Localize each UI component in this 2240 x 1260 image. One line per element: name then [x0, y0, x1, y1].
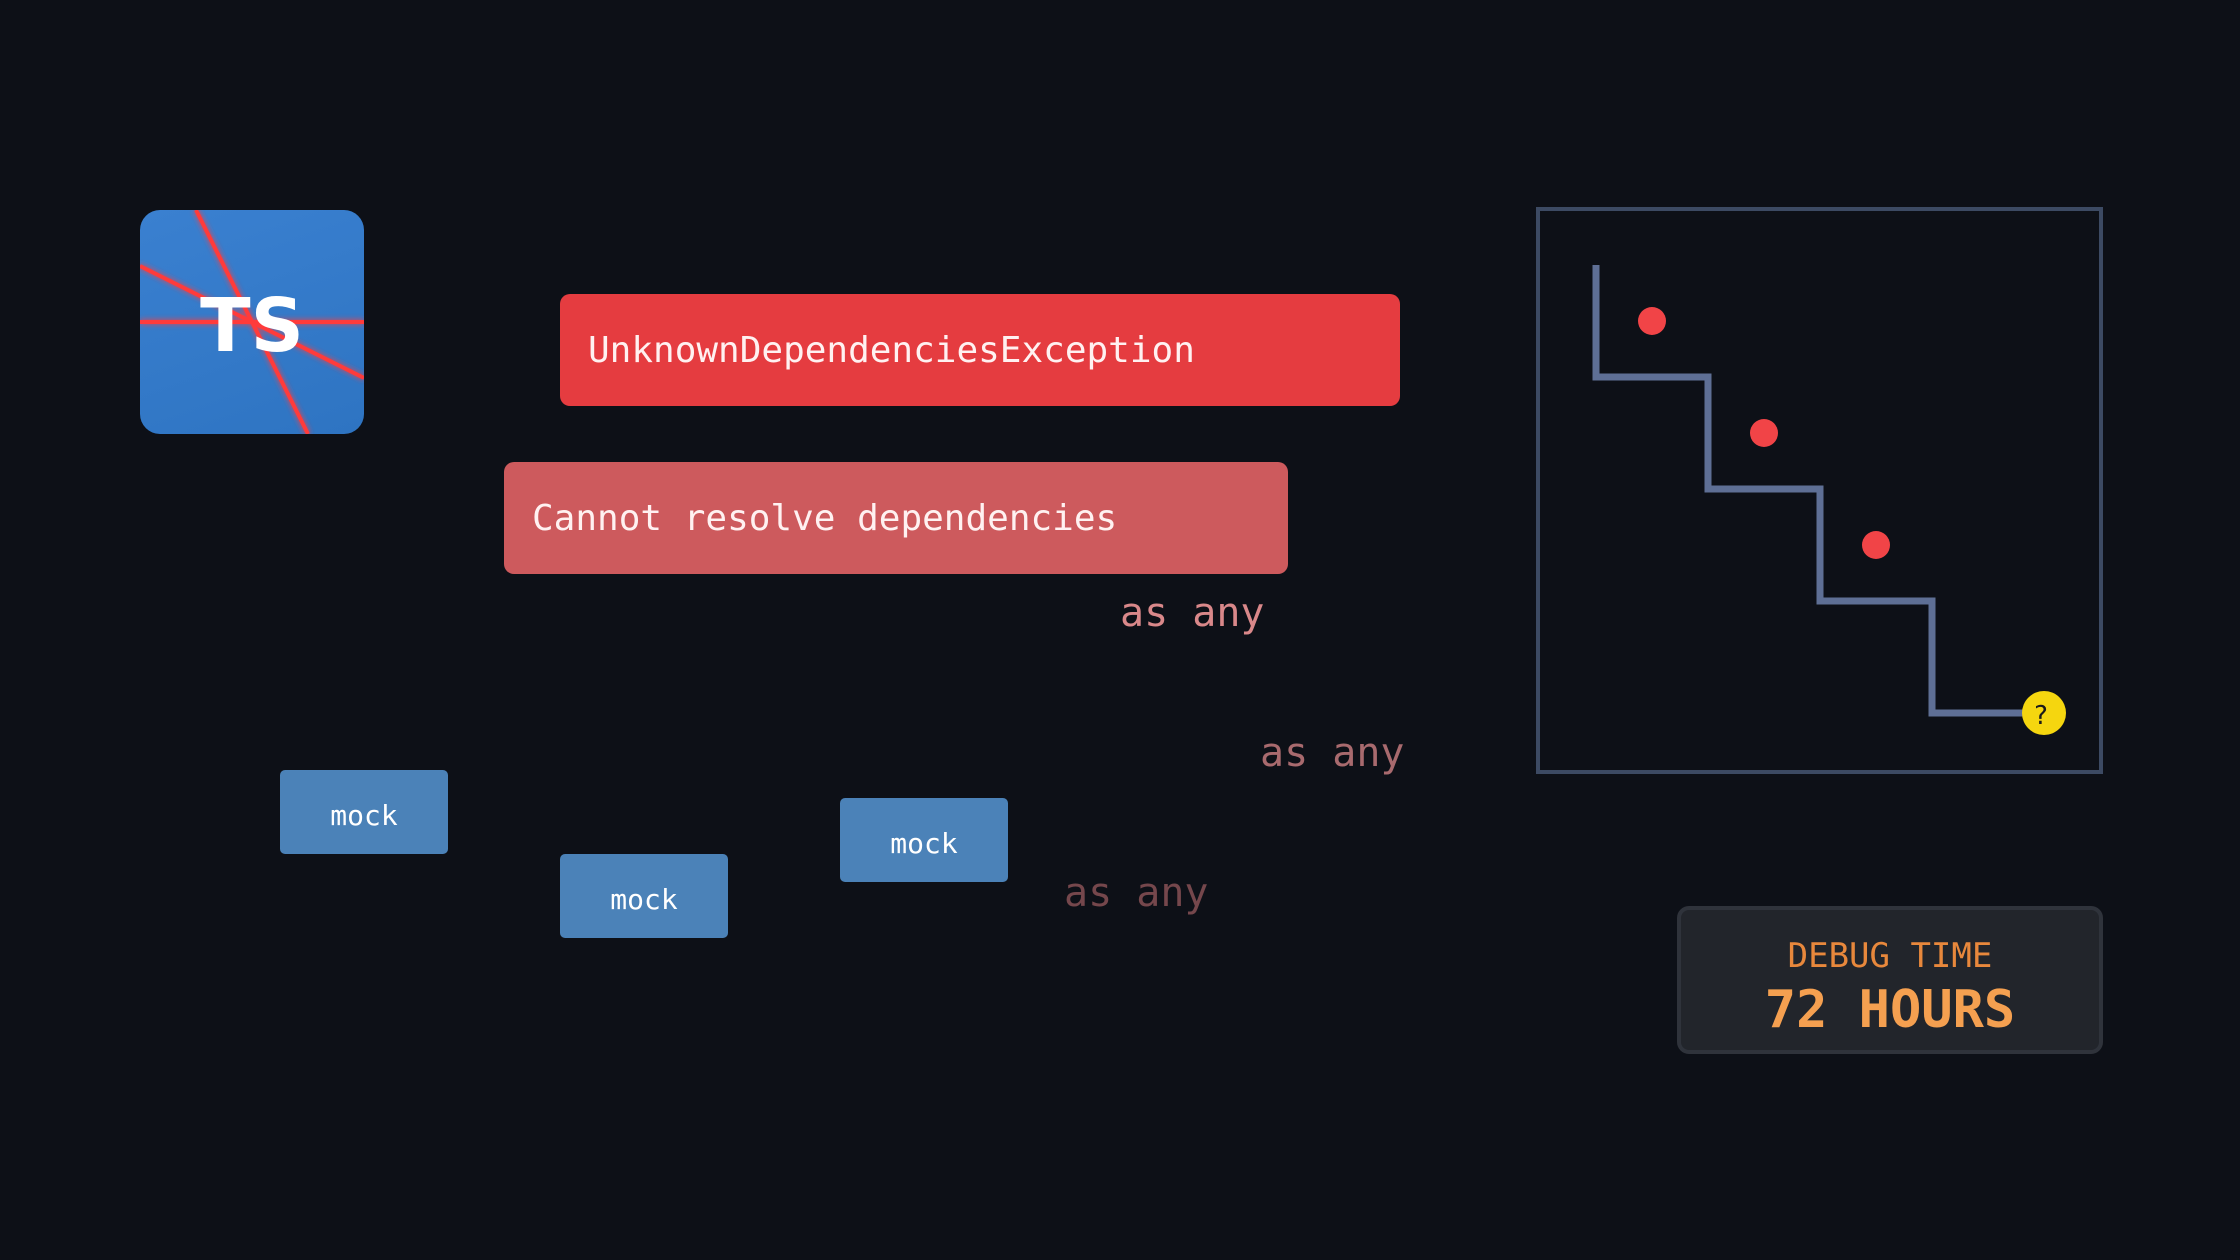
- maze-dot: [1638, 307, 1666, 335]
- error-banner-secondary: Cannot resolve dependencies: [504, 462, 1288, 574]
- ts-logo-text: TS: [200, 283, 304, 369]
- mock-label: mock: [890, 826, 958, 860]
- debug-time-panel: DEBUG TIME 72 HOURS: [1677, 906, 2103, 1054]
- as-any-cast: as any: [1064, 870, 1209, 916]
- maze-dot: [1750, 419, 1778, 447]
- maze-path: [1592, 265, 2044, 717]
- error-banner-primary: UnknownDependenciesException: [560, 294, 1400, 406]
- typescript-logo: TS: [140, 210, 364, 434]
- error-primary-text: UnknownDependenciesException: [588, 329, 1195, 371]
- error-secondary-text: Cannot resolve dependencies: [532, 497, 1118, 539]
- mock-box: mock: [560, 854, 728, 938]
- as-any-cast: as any: [1260, 730, 1405, 776]
- maze-dot: [1862, 531, 1890, 559]
- mock-label: mock: [610, 882, 678, 916]
- mock-box: mock: [280, 770, 448, 854]
- maze-goal-question-mark: ?: [2034, 701, 2048, 731]
- debug-time-label: DEBUG TIME: [1787, 936, 1993, 976]
- mock-box: mock: [840, 798, 1008, 882]
- debug-time-value: 72 HOURS: [1764, 980, 2016, 1040]
- mock-label: mock: [330, 798, 398, 832]
- dependency-maze: ?: [1536, 207, 2104, 774]
- as-any-cast: as any: [1120, 590, 1265, 636]
